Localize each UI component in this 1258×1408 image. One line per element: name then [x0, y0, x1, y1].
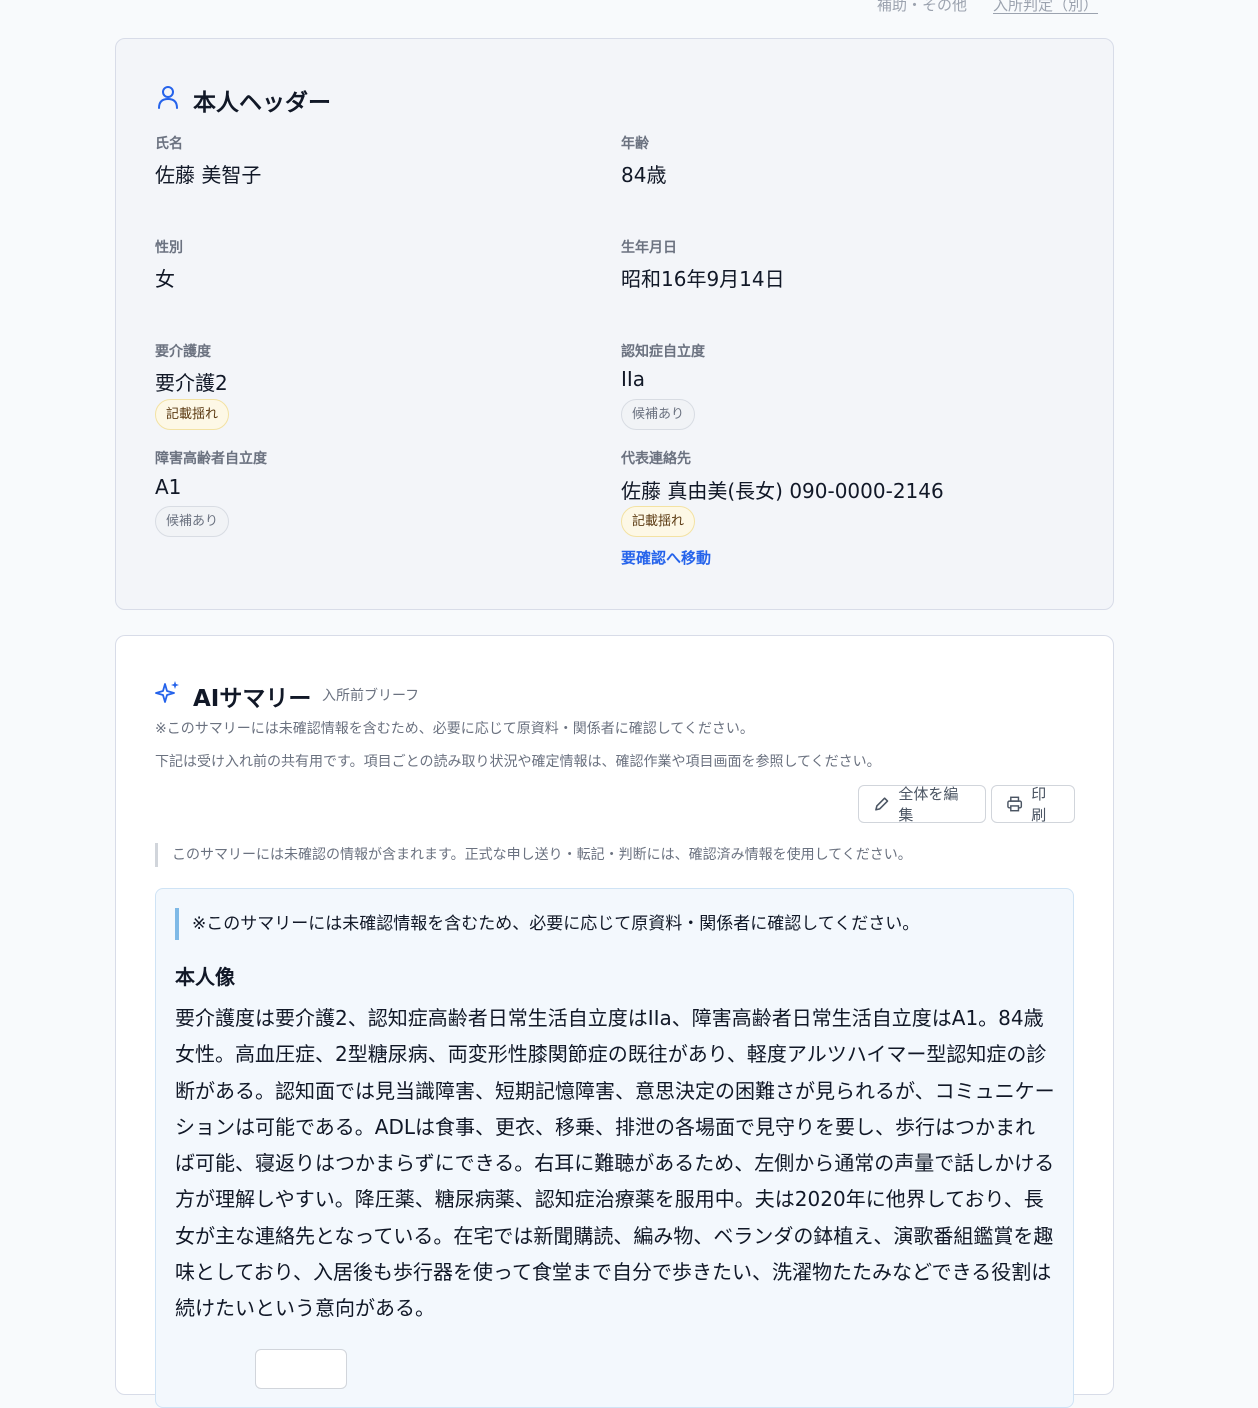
contact-badge: 記載揺れ: [621, 506, 696, 537]
disability-badge: 候補あり: [155, 506, 230, 537]
dementia-label: 認知症自立度: [621, 344, 705, 360]
header-card-title: 本人ヘッダー: [193, 90, 331, 116]
dementia-value: IIa: [621, 367, 646, 391]
contact-label: 代表連絡先: [621, 451, 691, 467]
summary-box-note: ※このサマリーには未確認情報を含むため、必要に応じて原資料・関係者に確認してくだ…: [175, 908, 919, 940]
printer-icon: [1007, 796, 1023, 812]
summary-note-unverified: ※このサマリーには未確認情報を含むため、必要に応じて原資料・関係者に確認してくだ…: [155, 721, 754, 737]
go-to-review-link[interactable]: 要確認へ移動: [621, 547, 711, 568]
age-label: 年齢: [621, 136, 649, 152]
sparkle-icon: [155, 681, 179, 703]
person-icon: [158, 86, 178, 109]
ai-summary-card: AIサマリー 入所前ブリーフ ※このサマリーには未確認情報を含むため、必要に応じ…: [115, 635, 1114, 1408]
print-button[interactable]: 印刷: [991, 785, 1075, 824]
summary-subtitle: 入所前ブリーフ: [322, 688, 420, 704]
person-header-card: 本人ヘッダー 氏名 佐藤 美智子 年齢 84歳 性別 女 生年月日 昭和16年9…: [115, 38, 1114, 610]
dementia-badge: 候補あり: [621, 399, 696, 430]
care-level-badge: 記載揺れ: [155, 399, 230, 430]
summary-content-box: ※このサマリーには未確認情報を含むため、必要に応じて原資料・関係者に確認してくだ…: [155, 888, 1074, 1408]
contact-value: 佐藤 真由美(長女) 090-0000-2146: [621, 479, 944, 503]
disability-label: 障害高齢者自立度: [155, 451, 267, 467]
summary-card-title: AIサマリー: [193, 686, 312, 712]
edit-all-button[interactable]: 全体を編集: [858, 785, 986, 824]
edit-all-label: 全体を編集: [898, 785, 959, 824]
disability-value: A1: [155, 475, 182, 499]
age-value: 84歳: [621, 163, 667, 187]
nav-item-assist[interactable]: 補助・その他: [877, 0, 967, 15]
birthdate-label: 生年月日: [621, 240, 677, 256]
sex-value: 女: [155, 267, 175, 291]
pencil-icon: [875, 797, 889, 811]
top-nav: 補助・その他 入所判定（別）: [0, 0, 1258, 16]
section-heading-person: 本人像: [175, 965, 235, 989]
name-value: 佐藤 美智子: [155, 163, 262, 187]
nav-item-admission[interactable]: 入所判定（別）: [993, 0, 1098, 15]
name-label: 氏名: [155, 136, 183, 152]
sex-label: 性別: [155, 240, 183, 256]
summary-note-usage: 下記は受け入れ前の共有用です。項目ごとの読み取り状況や確定情報は、確認作業や項目…: [155, 754, 881, 770]
print-label: 印刷: [1031, 785, 1047, 824]
care-level-value: 要介護2: [155, 371, 228, 395]
next-section-control[interactable]: [255, 1349, 347, 1389]
care-level-label: 要介護度: [155, 344, 211, 360]
unverified-warning-quote: このサマリーには未確認の情報が含まれます。正式な申し送り・転記・判断には、確認済…: [155, 843, 1074, 867]
birthdate-value: 昭和16年9月14日: [621, 267, 785, 291]
section-body-person: 要介護度は要介護2、認知症高齢者日常生活自立度はIIa、障害高齢者日常生活自立度…: [175, 1006, 1055, 1321]
